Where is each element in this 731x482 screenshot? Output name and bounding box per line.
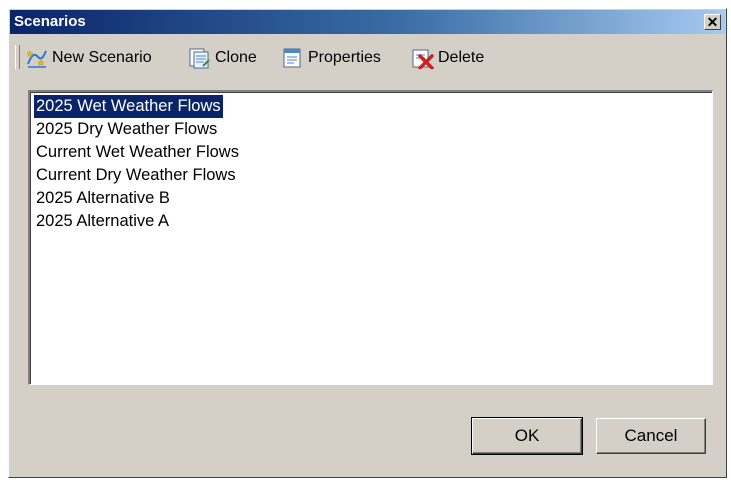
scenario-list-item[interactable]: 2025 Wet Weather Flows — [34, 95, 223, 118]
cancel-button[interactable]: Cancel — [596, 418, 706, 454]
toolbar-grip[interactable] — [15, 45, 20, 69]
properties-button[interactable]: Properties — [281, 45, 381, 71]
delete-label: Delete — [438, 49, 485, 66]
clone-label: Clone — [215, 49, 257, 66]
properties-icon — [283, 48, 301, 68]
delete-icon — [412, 49, 434, 69]
scenario-list-item[interactable]: Current Wet Weather Flows — [34, 141, 241, 164]
ok-label: OK — [514, 426, 540, 445]
close-icon: ✕ — [706, 14, 719, 30]
scenario-list-item[interactable]: 2025 Dry Weather Flows — [34, 118, 219, 141]
clone-icon — [189, 48, 210, 69]
scenario-list[interactable]: 2025 Wet Weather Flows 2025 Dry Weather F… — [28, 90, 713, 385]
new-scenario-button[interactable]: New Scenario — [25, 45, 152, 71]
ok-button[interactable]: OK — [471, 417, 583, 455]
scenarios-dialog: Scenarios ✕ New Scenario Clone Propertie… — [8, 8, 727, 478]
toolbar: New Scenario Clone Properties Delete — [13, 39, 722, 75]
close-button[interactable]: ✕ — [704, 14, 721, 30]
clone-button[interactable]: Clone — [188, 45, 257, 71]
scenario-list-item[interactable]: 2025 Alternative B — [34, 187, 172, 210]
scenario-list-item[interactable]: 2025 Alternative A — [34, 210, 171, 233]
delete-button[interactable]: Delete — [411, 45, 484, 71]
new-scenario-label: New Scenario — [52, 49, 152, 66]
title-bar[interactable]: Scenarios ✕ — [10, 10, 725, 34]
scenario-list-item[interactable]: Current Dry Weather Flows — [34, 164, 238, 187]
cancel-label: Cancel — [624, 426, 678, 445]
properties-label: Properties — [308, 49, 381, 66]
new-scenario-icon — [26, 50, 47, 68]
scenario-list-inner: 2025 Wet Weather Flows 2025 Dry Weather F… — [30, 92, 712, 384]
window-title: Scenarios — [14, 13, 86, 30]
